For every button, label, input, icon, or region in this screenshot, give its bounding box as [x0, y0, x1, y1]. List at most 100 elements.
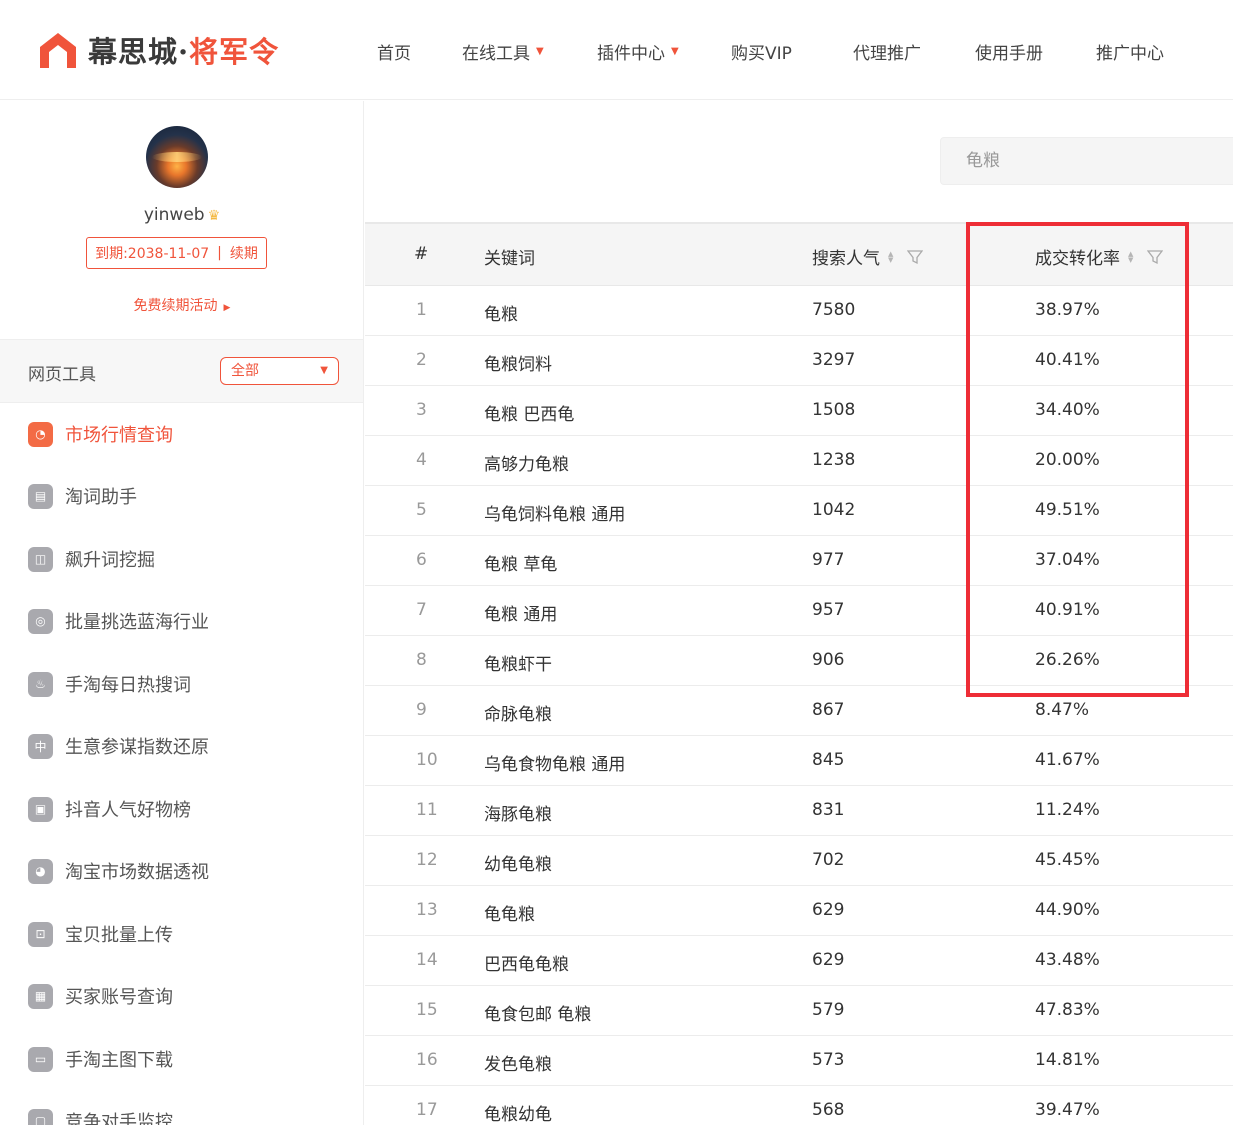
cell-conversion: 40.41%	[1035, 350, 1100, 370]
header-label: 成交转化率	[1035, 249, 1120, 269]
cell-conversion: 49.51%	[1035, 500, 1100, 520]
sidebar-item-douyin-rank[interactable]: ▣ 抖音人气好物榜	[28, 796, 191, 822]
nav-manual[interactable]: 使用手册	[975, 38, 1043, 64]
cell-keyword: 龟龟粮	[484, 905, 535, 925]
nav-online-tools[interactable]: 在线工具 ▼	[462, 38, 544, 64]
column-header-conversion[interactable]: 成交转化率 ▲ ▼	[1035, 244, 1164, 269]
table-row[interactable]: 10 乌龟食物龟粮 通用 845 41.67%	[365, 736, 1233, 786]
nav-label: 使用手册	[975, 43, 1043, 64]
nav-buy-vip[interactable]: 购买VIP	[731, 38, 792, 64]
sort-icon[interactable]: ▲ ▼	[1128, 250, 1133, 263]
caret-down-icon: ▼	[671, 45, 679, 57]
cell-popularity: 3297	[812, 350, 856, 370]
table-row[interactable]: 16 发色龟粮 573 14.81%	[365, 1036, 1233, 1086]
cell-popularity: 831	[812, 800, 845, 820]
pie-chart-icon: ◕	[28, 858, 53, 884]
cell-index: 4	[416, 450, 427, 470]
cell-popularity: 977	[812, 550, 845, 570]
table-row[interactable]: 2 龟粮饲料 3297 40.41%	[365, 336, 1233, 386]
nav-home[interactable]: 首页	[377, 38, 411, 64]
cell-popularity: 629	[812, 900, 845, 920]
table-row[interactable]: 17 龟粮幼龟 568 39.47%	[365, 1086, 1233, 1125]
cell-keyword: 龟食包邮 龟粮	[484, 1005, 592, 1025]
cell-conversion: 43.48%	[1035, 950, 1100, 970]
cell-keyword: 龟粮 巴西龟	[484, 405, 575, 425]
table-row[interactable]: 14 巴西龟龟粮 629 43.48%	[365, 936, 1233, 986]
table-row[interactable]: 13 龟龟粮 629 44.90%	[365, 886, 1233, 936]
nav-agent-promo[interactable]: 代理推广	[853, 38, 921, 64]
sidebar-item-market-query[interactable]: ◔ 市场行情查询	[28, 421, 173, 447]
cell-keyword: 龟粮 草龟	[484, 555, 558, 575]
logo[interactable]: 幕思城·将军令	[38, 30, 279, 70]
filter-icon[interactable]	[1147, 249, 1164, 265]
cell-conversion: 8.47%	[1035, 700, 1090, 720]
avatar[interactable]	[146, 126, 208, 188]
logo-name: 幕思城	[88, 35, 179, 69]
tool-category-select[interactable]: 全部 ▼	[220, 357, 339, 385]
select-value: 全部	[231, 363, 259, 379]
cell-conversion: 38.97%	[1035, 300, 1100, 320]
sidebar-item-label: 买家账号查询	[65, 987, 173, 1008]
table-row[interactable]: 8 龟粮虾干 906 26.26%	[365, 636, 1233, 686]
cell-keyword: 龟粮饲料	[484, 355, 552, 375]
table-row[interactable]: 1 龟粮 7580 38.97%	[365, 286, 1233, 336]
table-row[interactable]: 7 龟粮 通用 957 40.91%	[365, 586, 1233, 636]
table-row[interactable]: 5 乌龟饲料龟粮 通用 1042 49.51%	[365, 486, 1233, 536]
cell-keyword: 海豚龟粮	[484, 805, 552, 825]
table-row[interactable]: 3 龟粮 巴西龟 1508 34.40%	[365, 386, 1233, 436]
cell-conversion: 11.24%	[1035, 800, 1100, 820]
cell-keyword: 乌龟饲料龟粮 通用	[484, 505, 626, 525]
table-row[interactable]: 12 幼龟龟粮 702 45.45%	[365, 836, 1233, 886]
nav-label: 首页	[377, 43, 411, 64]
cell-conversion: 45.45%	[1035, 850, 1100, 870]
table-row[interactable]: 9 命脉龟粮 867 8.47%	[365, 686, 1233, 736]
renew-link[interactable]: 续期	[230, 243, 258, 263]
cell-keyword: 龟粮	[484, 305, 518, 325]
nav-promo-center[interactable]: 推广中心	[1096, 38, 1164, 64]
nav-plugin-center[interactable]: 插件中心 ▼	[597, 38, 679, 64]
cell-index: 9	[416, 700, 427, 720]
filter-icon[interactable]	[907, 249, 924, 265]
sidebar-item-rising-words[interactable]: ◫ 飙升词挖掘	[28, 546, 155, 572]
cell-keyword: 龟粮虾干	[484, 655, 552, 675]
sidebar-item-keyword-helper[interactable]: ▤ 淘词助手	[28, 483, 137, 509]
tools-header: 网页工具 全部 ▼	[0, 339, 363, 403]
table-row[interactable]: 6 龟粮 草龟 977 37.04%	[365, 536, 1233, 586]
sidebar-item-buyer-query[interactable]: ▦ 买家账号查询	[28, 983, 173, 1009]
sidebar-item-batch-upload[interactable]: ⊡ 宝贝批量上传	[28, 921, 173, 947]
sidebar-item-index-restore[interactable]: 中生意参谋指数还原	[28, 733, 209, 759]
nav-label: 插件中心	[597, 43, 665, 64]
cell-popularity: 579	[812, 1000, 845, 1020]
free-renew-activity-link[interactable]: 免费续期活动 ▶	[0, 295, 364, 315]
nav-label: 代理推广	[853, 43, 921, 64]
cell-conversion: 47.83%	[1035, 1000, 1100, 1020]
sort-icon[interactable]: ▲ ▼	[888, 250, 893, 263]
column-header-popularity[interactable]: 搜索人气 ▲ ▼	[812, 244, 924, 269]
sidebar-item-hot-search[interactable]: ♨ 手淘每日热搜词	[28, 671, 191, 697]
monitor-icon: ▢	[28, 1108, 53, 1125]
sidebar-item-label: 宝贝批量上传	[65, 925, 173, 946]
cell-index: 16	[416, 1050, 438, 1070]
table-row[interactable]: 15 龟食包邮 龟粮 579 47.83%	[365, 986, 1233, 1036]
sidebar-item-blue-ocean[interactable]: ◎ 批量挑选蓝海行业	[28, 608, 209, 634]
upload-icon: ⊡	[28, 921, 53, 947]
sidebar-item-image-download[interactable]: ▭ 手淘主图下载	[28, 1046, 173, 1072]
target-icon: ◎	[28, 608, 53, 634]
cell-index: 3	[416, 400, 427, 420]
cell-conversion: 40.91%	[1035, 600, 1100, 620]
header: 幕思城·将军令 首页 在线工具 ▼ 插件中心 ▼ 购买VIP 代理推广 使用手册 推…	[0, 0, 1233, 100]
cell-popularity: 629	[812, 950, 845, 970]
sidebar-item-market-pivot[interactable]: ◕ 淘宝市场数据透视	[28, 858, 209, 884]
cell-popularity: 906	[812, 650, 845, 670]
search-input[interactable]: 龟粮	[940, 137, 1233, 185]
video-rank-icon: ▣	[28, 796, 53, 822]
cell-keyword: 龟粮幼龟	[484, 1105, 552, 1125]
sidebar-item-competitor-monitor[interactable]: ▢ 竞争对手监控	[28, 1108, 173, 1125]
cell-index: 5	[416, 500, 427, 520]
cell-index: 17	[416, 1100, 438, 1120]
sidebar-item-label: 淘宝市场数据透视	[65, 862, 209, 883]
cell-conversion: 39.47%	[1035, 1100, 1100, 1120]
table-row[interactable]: 11 海豚龟粮 831 11.24%	[365, 786, 1233, 836]
table-row[interactable]: 4 高够力龟粮 1238 20.00%	[365, 436, 1233, 486]
table-header: # 关键词 搜索人气 ▲ ▼ 成交转化率 ▲ ▼	[365, 222, 1233, 286]
